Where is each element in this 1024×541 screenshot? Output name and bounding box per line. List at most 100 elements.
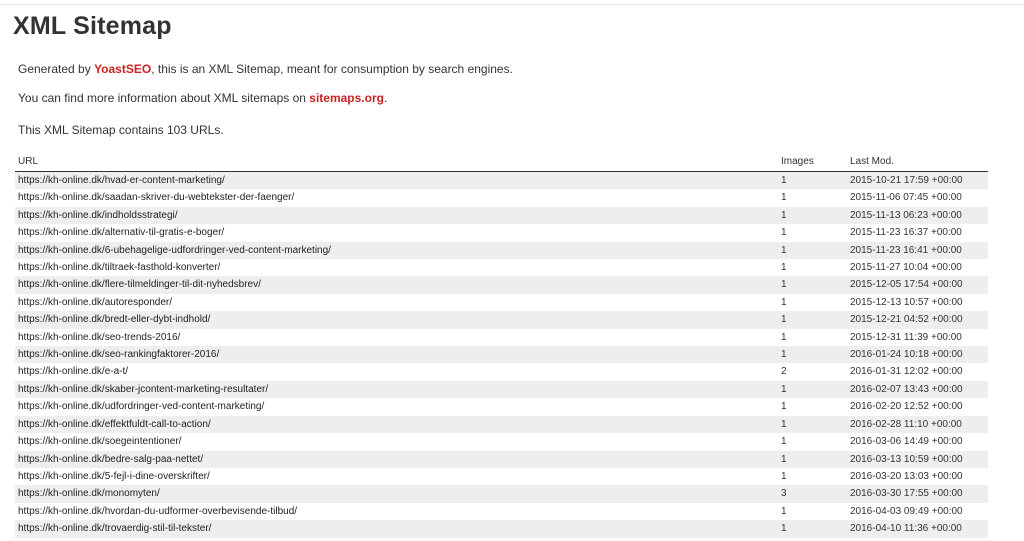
url-link[interactable]: https://kh-online.dk/indholdsstrategi/ — [18, 210, 178, 221]
url-cell: https://kh-online.dk/seo-rankingfaktorer… — [15, 346, 778, 364]
images-cell: 1 — [778, 502, 847, 521]
lastmod-cell: 2016-03-30 17:55 +00:00 — [847, 485, 988, 503]
table-row: https://kh-online.dk/soegeintentioner/1 2… — [15, 433, 988, 451]
url-link[interactable]: https://kh-online.dk/monomyten/ — [18, 488, 160, 499]
lastmod-cell: 2015-12-31 11:39 +00:00 — [847, 328, 988, 347]
table-row: https://kh-online.dk/saadan-skriver-du-w… — [15, 189, 988, 207]
url-link[interactable]: https://kh-online.dk/seo-trends-2016/ — [18, 332, 180, 343]
url-link[interactable]: https://kh-online.dk/saadan-skriver-du-w… — [18, 192, 294, 203]
table-row: https://kh-online.dk/hvordan-du-udformer… — [15, 502, 988, 521]
url-cell: https://kh-online.dk/e-a-t/ — [15, 363, 778, 381]
table-row: https://kh-online.dk/5-fejl-i-dine-overs… — [15, 467, 988, 486]
images-cell: 1 — [778, 276, 847, 294]
images-cell: 1 — [778, 346, 847, 364]
images-cell: 1 — [778, 398, 847, 416]
url-link[interactable]: https://kh-online.dk/flere-tilmeldinger-… — [18, 279, 261, 290]
table-row: https://kh-online.dk/6-ubehagelige-udfor… — [15, 241, 988, 260]
url-cell: https://kh-online.dk/monomyten/ — [15, 485, 778, 503]
images-cell: 1 — [778, 311, 847, 329]
url-cell: https://kh-online.dk/autoresponder/ — [15, 293, 778, 312]
lastmod-cell: 2016-03-13 10:59 +00:00 — [847, 450, 988, 468]
url-cell: https://kh-online.dk/saadan-skriver-du-w… — [15, 189, 778, 207]
url-cell: https://kh-online.dk/indholdsstrategi/ — [15, 206, 778, 225]
url-link[interactable]: https://kh-online.dk/hvordan-du-udformer… — [18, 506, 297, 517]
generated-suffix: , this is an XML Sitemap, meant for cons… — [151, 62, 513, 76]
images-cell: 1 — [778, 259, 847, 277]
info-suffix: . — [383, 91, 388, 105]
table-row: https://kh-online.dk/hvad-er-content-mar… — [15, 171, 988, 190]
lastmod-cell: 2015-11-23 16:37 +00:00 — [847, 224, 988, 242]
url-cell: https://kh-online.dk/udfordringer-ved-co… — [15, 398, 778, 416]
images-cell: 1 — [778, 293, 847, 312]
images-cell: 2 — [778, 363, 847, 381]
table-row: https://kh-online.dk/effektfuldt-call-to… — [15, 415, 988, 434]
table-row: https://kh-online.dk/bedre-salg-paa-nett… — [15, 450, 988, 468]
url-cell: https://kh-online.dk/5-fejl-i-dine-overs… — [15, 467, 778, 486]
lastmod-cell: 2016-04-10 11:36 +00:00 — [847, 520, 988, 538]
images-cell: 1 — [778, 520, 847, 538]
url-link[interactable]: https://kh-online.dk/seo-rankingfaktorer… — [18, 349, 219, 360]
table-row: https://kh-online.dk/seo-trends-2016/1 20… — [15, 328, 988, 347]
lastmod-cell: 2015-11-13 06:23 +00:00 — [847, 206, 988, 225]
url-link[interactable]: https://kh-online.dk/5-fejl-i-dine-overs… — [18, 471, 210, 482]
url-cell: https://kh-online.dk/effektfuldt-call-to… — [15, 415, 778, 434]
top-divider — [0, 4, 1024, 5]
url-link[interactable]: https://kh-online.dk/bedre-salg-paa-nett… — [18, 454, 203, 465]
url-cell: https://kh-online.dk/skaber-jcontent-mar… — [15, 380, 778, 399]
url-link[interactable]: https://kh-online.dk/soegeintentioner/ — [18, 436, 181, 447]
url-link[interactable]: https://kh-online.dk/trovaerdig-stil-til… — [18, 523, 211, 534]
url-link[interactable]: https://kh-online.dk/effektfuldt-call-to… — [18, 419, 211, 430]
url-link[interactable]: https://kh-online.dk/e-a-t/ — [18, 366, 128, 377]
url-cell: https://kh-online.dk/soegeintentioner/ — [15, 433, 778, 451]
images-cell: 1 — [778, 415, 847, 434]
lastmod-cell: 2015-10-21 17:59 +00:00 — [847, 171, 988, 190]
images-cell: 1 — [778, 171, 847, 190]
sitemap-rows: https://kh-online.dk/hvad-er-content-mar… — [15, 171, 988, 538]
lastmod-cell: 2015-11-06 07:45 +00:00 — [847, 189, 988, 207]
lastmod-cell: 2016-01-31 12:02 +00:00 — [847, 363, 988, 381]
url-cell: https://kh-online.dk/alternativ-til-grat… — [15, 224, 778, 242]
url-link[interactable]: https://kh-online.dk/6-ubehagelige-udfor… — [18, 245, 331, 256]
url-count-text: This XML Sitemap contains 103 URLs. — [18, 123, 224, 137]
images-cell: 1 — [778, 433, 847, 451]
images-cell: 3 — [778, 485, 847, 503]
lastmod-cell: 2016-02-28 11:10 +00:00 — [847, 415, 988, 434]
lastmod-column-header: Last Mod. — [847, 155, 988, 172]
yoastseo-link[interactable]: YoastSEO — [94, 62, 151, 76]
images-cell: 1 — [778, 380, 847, 399]
lastmod-cell: 2015-11-23 16:41 +00:00 — [847, 241, 988, 260]
table-row: https://kh-online.dk/alternativ-til-grat… — [15, 224, 988, 242]
sitemaps-org-link[interactable]: sitemaps.org — [309, 91, 384, 105]
url-link[interactable]: https://kh-online.dk/tiltraek-fasthold-k… — [18, 262, 220, 273]
url-link[interactable]: https://kh-online.dk/alternativ-til-grat… — [18, 227, 224, 238]
url-link[interactable]: https://kh-online.dk/bredt-eller-dybt-in… — [18, 314, 210, 325]
url-link[interactable]: https://kh-online.dk/hvad-er-content-mar… — [18, 175, 225, 186]
images-cell: 1 — [778, 189, 847, 207]
more-info-text: You can find more information about XML … — [18, 91, 387, 105]
images-cell: 1 — [778, 450, 847, 468]
images-cell: 1 — [778, 224, 847, 242]
url-cell: https://kh-online.dk/bredt-eller-dybt-in… — [15, 311, 778, 329]
table-row: https://kh-online.dk/trovaerdig-stil-til… — [15, 520, 988, 538]
url-link[interactable]: https://kh-online.dk/skaber-jcontent-mar… — [18, 384, 268, 395]
table-header-row: URL Images Last Mod. — [15, 155, 988, 172]
table-row: https://kh-online.dk/udfordringer-ved-co… — [15, 398, 988, 416]
lastmod-cell: 2016-02-20 12:52 +00:00 — [847, 398, 988, 416]
url-cell: https://kh-online.dk/flere-tilmeldinger-… — [15, 276, 778, 294]
images-cell: 1 — [778, 206, 847, 225]
url-cell: https://kh-online.dk/6-ubehagelige-udfor… — [15, 241, 778, 260]
lastmod-cell: 2016-02-07 13:43 +00:00 — [847, 380, 988, 399]
lastmod-cell: 2015-12-13 10:57 +00:00 — [847, 293, 988, 312]
table-row: https://kh-online.dk/seo-rankingfaktorer… — [15, 346, 988, 364]
url-link[interactable]: https://kh-online.dk/udfordringer-ved-co… — [18, 401, 264, 412]
table-row: https://kh-online.dk/monomyten/3 2016-03-… — [15, 485, 988, 503]
table-row: https://kh-online.dk/autoresponder/1 2015… — [15, 293, 988, 312]
lastmod-cell: 2015-11-27 10:04 +00:00 — [847, 259, 988, 277]
lastmod-cell: 2015-12-21 04:52 +00:00 — [847, 311, 988, 329]
url-cell: https://kh-online.dk/trovaerdig-stil-til… — [15, 520, 778, 538]
images-cell: 1 — [778, 328, 847, 347]
url-cell: https://kh-online.dk/seo-trends-2016/ — [15, 328, 778, 347]
generated-by-text: Generated by YoastSEO, this is an XML Si… — [18, 62, 513, 76]
url-link[interactable]: https://kh-online.dk/autoresponder/ — [18, 297, 172, 308]
images-cell: 1 — [778, 467, 847, 486]
